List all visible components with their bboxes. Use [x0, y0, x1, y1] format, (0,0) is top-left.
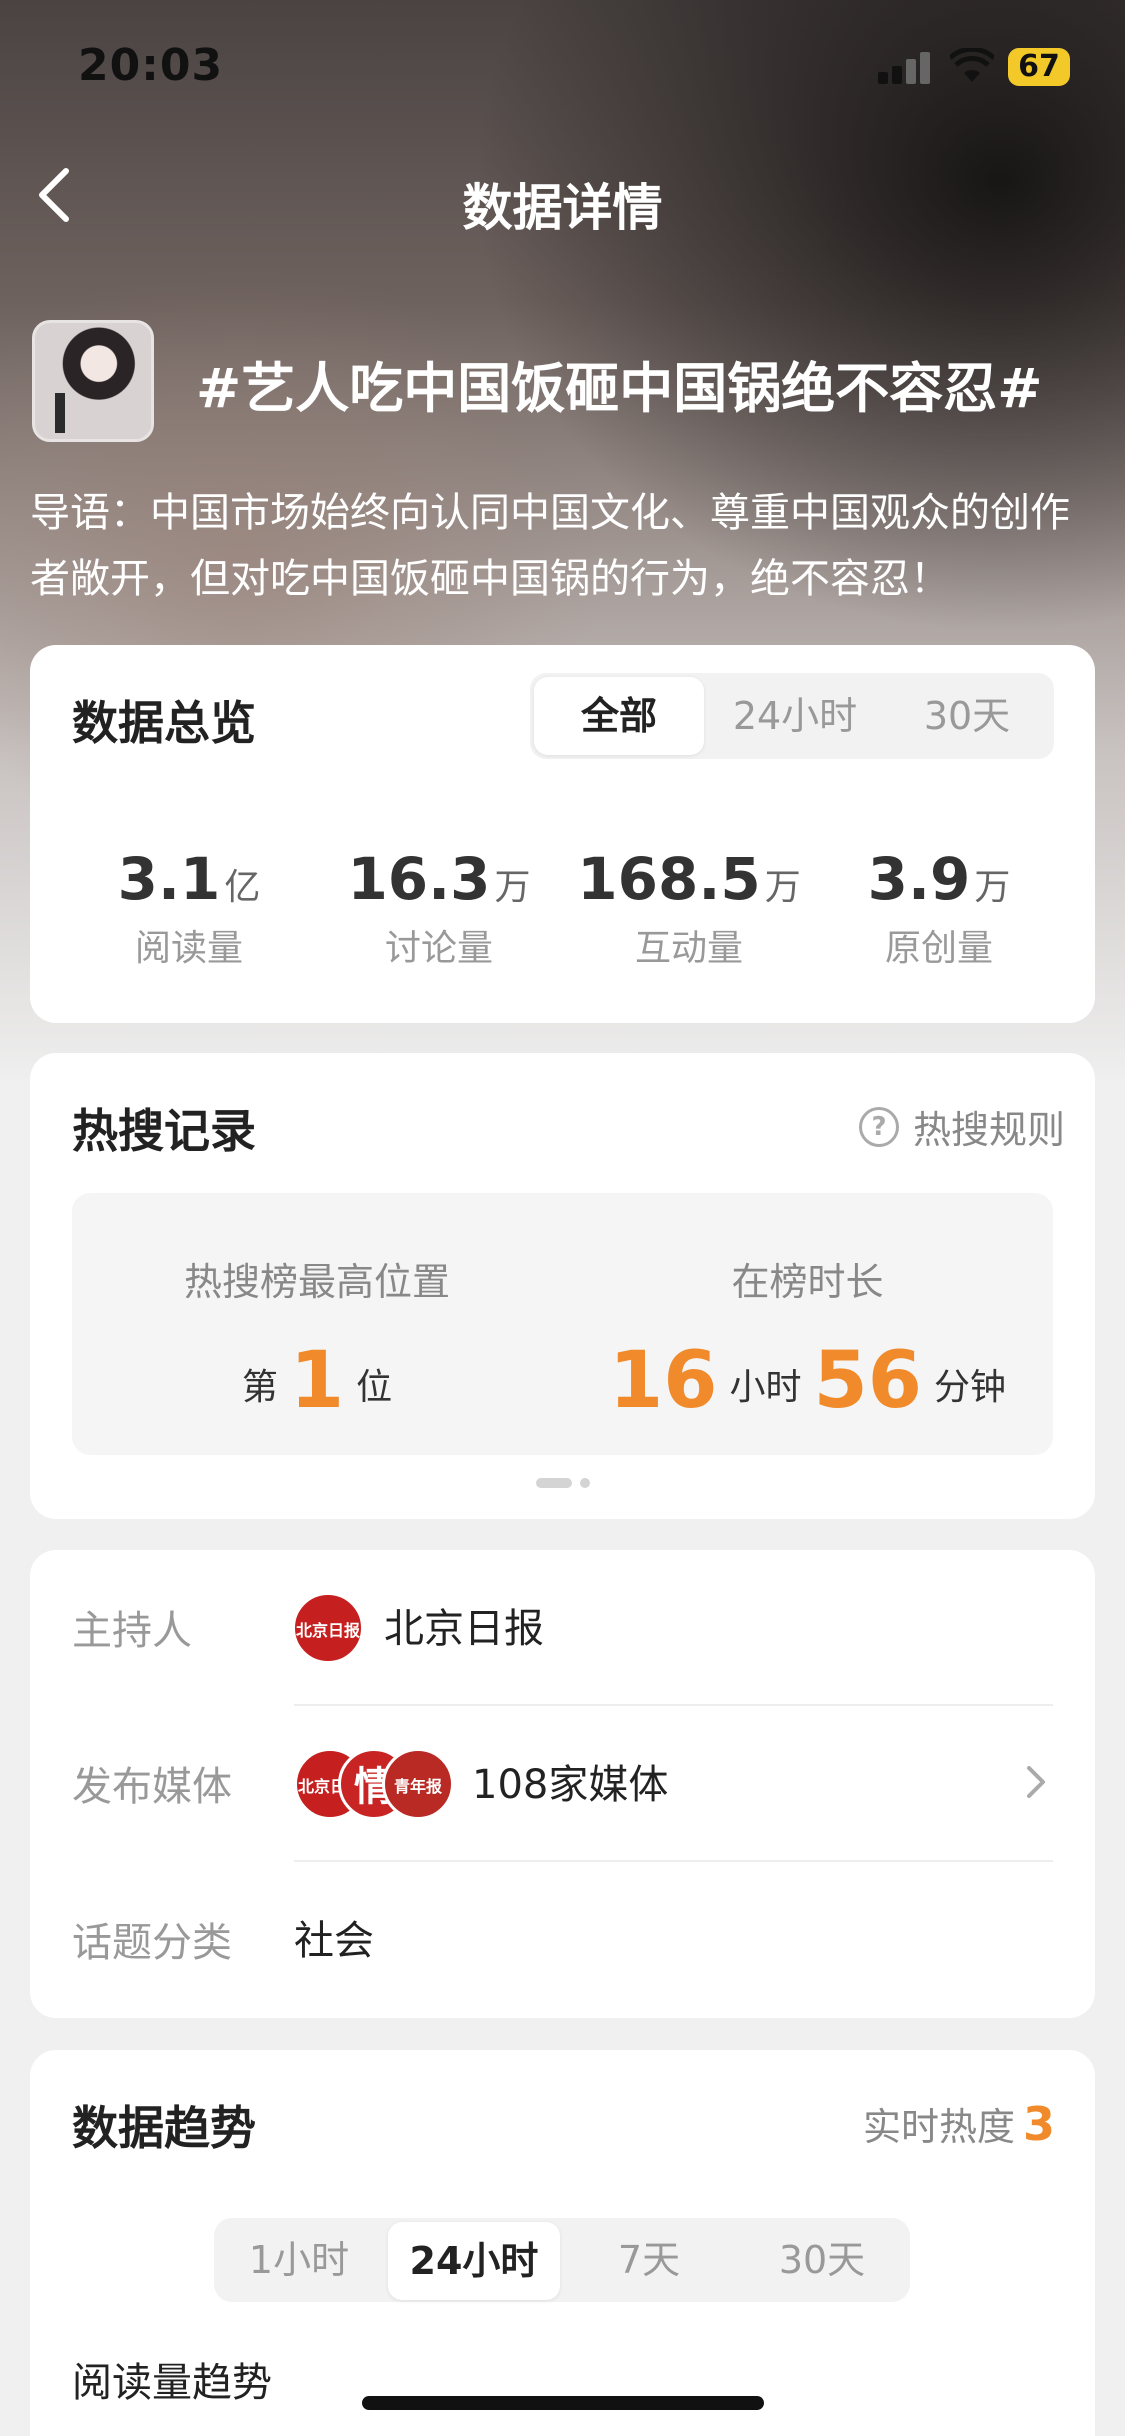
topic-info-card: 主持人 北京日报 北京日报 发布媒体 北京日报 情 青年报 108家媒体 话题分…: [30, 1550, 1095, 2018]
stat-value: 16.3: [347, 845, 491, 913]
stat-discussions: 16.3 万 讨论量: [314, 845, 564, 971]
topic-title: #艺人吃中国饭砸中国锅绝不容忍#: [196, 357, 1043, 420]
battery-indicator: 67: [1008, 48, 1070, 86]
tab-30d[interactable]: 30天: [882, 673, 1052, 759]
trend-card: 数据趋势 实时热度 3 1小时 24小时 7天 30天 阅读量趋势: [30, 2050, 1095, 2436]
heat-value: 3: [1022, 2097, 1055, 2151]
media-row[interactable]: 发布媒体 北京日报 情 青年报 108家媒体: [72, 1706, 1053, 1862]
category-label: 话题分类: [72, 1920, 232, 1966]
hot-search-card: 热搜记录 ? 热搜规则 热搜榜最高位置 第1位 在榜时长 16 小时 56 分钟: [30, 1053, 1095, 1519]
hours-unit: 小时: [729, 1367, 802, 1408]
stat-label: 阅读量: [134, 928, 243, 969]
minutes-unit: 分钟: [934, 1367, 1007, 1408]
stat-unit: 万: [494, 867, 531, 908]
stat-interactions: 168.5 万 互动量: [564, 845, 814, 971]
topic-avatar: [32, 320, 154, 442]
heat-label: 实时热度: [862, 2105, 1015, 2149]
tab-7d[interactable]: 7天: [564, 2218, 734, 2302]
trend-title: 数据趋势: [72, 2101, 256, 2155]
category-value: 社会: [294, 1918, 374, 1964]
rank-prefix: 第: [241, 1367, 278, 1408]
best-rank-label: 热搜榜最高位置: [183, 1260, 450, 1304]
host-name: 北京日报: [384, 1606, 544, 1652]
stat-unit: 万: [974, 867, 1011, 908]
host-label: 主持人: [72, 1608, 192, 1654]
tab-24h[interactable]: 24小时: [388, 2222, 560, 2300]
cellular-signal-icon: [878, 50, 936, 84]
stat-reads: 3.1 亿 阅读量: [64, 845, 314, 971]
media-count: 108家媒体: [472, 1762, 669, 1808]
media-logo-3: 青年报: [382, 1748, 454, 1820]
media-label: 发布媒体: [72, 1764, 232, 1810]
page-dot-active: [535, 1478, 572, 1488]
topic-intro: 导语：中国市场始终向认同中国文化、尊重中国观众的创作者敞开，但对吃中国饭砸中国锅…: [30, 490, 1070, 602]
stat-unit: 万: [764, 867, 801, 908]
rank-value: 1: [289, 1336, 345, 1426]
overview-card: 数据总览 全部 24小时 30天 3.1 亿 阅读量 16.3 万 讨论量 168.…: [30, 645, 1095, 1023]
wifi-icon: [950, 48, 994, 82]
home-indicator[interactable]: [362, 2396, 764, 2410]
stat-label: 互动量: [634, 928, 743, 969]
question-circle-icon: ?: [858, 1106, 899, 1147]
chevron-right-icon: [1027, 1766, 1045, 1798]
stat-value: 3.9: [867, 845, 971, 913]
overview-title: 数据总览: [72, 696, 256, 750]
stat-unit: 亿: [224, 867, 261, 908]
tab-1h[interactable]: 1小时: [214, 2218, 384, 2302]
minutes-value: 56: [813, 1336, 923, 1426]
stat-label: 原创量: [884, 928, 993, 969]
best-rank: 热搜榜最高位置 第1位: [72, 1251, 562, 1426]
page-dot: [579, 1478, 590, 1488]
tab-24h[interactable]: 24小时: [710, 673, 880, 759]
stat-value: 3.1: [117, 845, 221, 913]
stat-label: 讨论量: [384, 928, 493, 969]
duration-label: 在榜时长: [731, 1260, 884, 1304]
realtime-heat: 实时热度 3: [863, 2096, 1055, 2151]
tab-all[interactable]: 全部: [534, 677, 704, 755]
hours-value: 16: [608, 1336, 718, 1426]
read-trend-subtitle: 阅读量趋势: [72, 2360, 272, 2406]
stat-original: 3.9 万 原创量: [814, 845, 1064, 971]
on-list-duration: 在榜时长 16 小时 56 分钟: [562, 1251, 1053, 1426]
stat-value: 168.5: [577, 845, 761, 913]
page-title: 数据详情: [462, 179, 663, 237]
tab-30d[interactable]: 30天: [736, 2218, 908, 2302]
trend-tabs: 1小时 24小时 7天 30天: [214, 2218, 910, 2302]
host-logo: 北京日报: [292, 1592, 364, 1664]
rank-suffix: 位: [356, 1367, 393, 1408]
hot-search-rules-link[interactable]: ? 热搜规则: [858, 1099, 1065, 1154]
overview-tabs: 全部 24小时 30天: [530, 673, 1054, 759]
category-row: 话题分类 社会: [72, 1862, 1053, 2018]
hot-search-summary: 热搜榜最高位置 第1位 在榜时长 16 小时 56 分钟: [72, 1193, 1053, 1455]
host-row[interactable]: 主持人 北京日报 北京日报: [72, 1550, 1053, 1706]
page-indicator: [30, 1473, 1095, 1492]
hot-search-title: 热搜记录: [72, 1104, 256, 1158]
status-time: 20:03: [78, 40, 224, 91]
rules-label: 热搜规则: [912, 1108, 1065, 1152]
